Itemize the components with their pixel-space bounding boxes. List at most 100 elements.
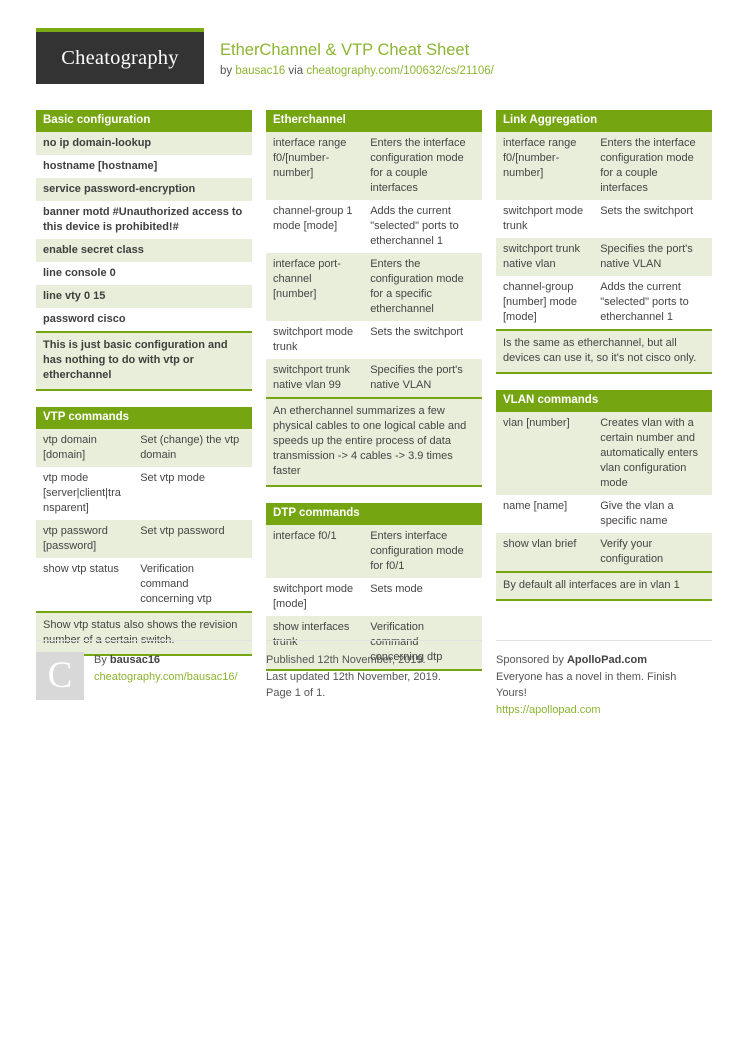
command-cell: no ip domain-lookup xyxy=(36,132,252,155)
table-row: vtp password [password] Set vtp password xyxy=(36,520,252,558)
command-cell: password cisco xyxy=(36,308,252,331)
table-row: service password-encryption xyxy=(36,178,252,201)
title-block: EtherChannel & VTP Cheat Sheet by bausac… xyxy=(220,40,494,79)
published-date: Published 12th November, 2019. xyxy=(266,654,426,666)
footer-sponsor: Sponsored by ApolloPad.com Everyone has … xyxy=(496,640,712,718)
description-cell: Verify your configuration xyxy=(593,533,712,571)
description-cell: Set vtp password xyxy=(133,520,252,558)
table-row: show vtp status Verification command conc… xyxy=(36,558,252,611)
cheat-block: Basic configuration no ip domain-lookup ho… xyxy=(36,110,252,391)
command-cell: channel-group 1 mode [mode] xyxy=(266,200,364,253)
cheat-block: Link Aggregation interface range f0/[numb… xyxy=(496,110,712,374)
page-header: Cheatography EtherChannel & VTP Cheat Sh… xyxy=(36,28,712,88)
command-cell: service password-encryption xyxy=(36,178,252,201)
command-cell: vtp password [password] xyxy=(36,520,134,558)
byline-prefix: by xyxy=(220,65,236,77)
command-table: interface range f0/[number-number] Enters… xyxy=(266,132,482,397)
sponsor-tagline-2: Yours! xyxy=(496,687,527,699)
page-number: Page 1 of 1. xyxy=(266,687,326,699)
command-cell: enable secret class xyxy=(36,239,252,262)
command-cell: show vtp status xyxy=(36,558,134,611)
block-note: This is just basic configuration and has… xyxy=(36,331,252,391)
block-title: Etherchannel xyxy=(266,110,482,132)
footer-by-label: By xyxy=(94,654,110,666)
command-cell: switchport mode [mode] xyxy=(266,578,364,616)
block-title: DTP commands xyxy=(266,503,482,525)
sponsor-tagline-1: Everyone has a novel in them. Finish xyxy=(496,670,677,683)
command-cell: vlan [number] xyxy=(496,412,594,495)
table-row: switchport mode [mode] Sets mode xyxy=(266,578,482,616)
description-cell: Verification command concerning vtp xyxy=(133,558,252,611)
footer-author: C By bausac16 cheatography.com/bausac16/ xyxy=(36,640,252,700)
command-cell: line vty 0 15 xyxy=(36,285,252,308)
command-table: interface range f0/[number-number] Enters… xyxy=(496,132,712,329)
sponsor-name: ApolloPad.com xyxy=(566,654,647,666)
page-title: EtherChannel & VTP Cheat Sheet xyxy=(220,41,470,59)
command-cell: switchport mode trunk xyxy=(496,200,594,238)
table-row: banner motd #Unauthorized access to this… xyxy=(36,201,252,239)
cheat-sheet-page: Cheatography EtherChannel & VTP Cheat Sh… xyxy=(0,0,750,1061)
block-note: Is the same as etherchannel, but all dev… xyxy=(496,329,712,374)
command-cell: channel-group [number] mode [mode] xyxy=(496,276,594,329)
sponsor-url[interactable]: https://apollopad.com xyxy=(496,702,712,719)
description-cell: Enters the configuration mode for a spec… xyxy=(363,253,482,321)
cheat-block: VLAN commands vlan [number] Creates vlan w… xyxy=(496,390,712,601)
command-cell: vtp mode [server|client|transparent] xyxy=(36,467,134,520)
description-cell: Enters the interface configuration mode … xyxy=(593,132,712,200)
byline: by bausac16 via cheatography.com/100632/… xyxy=(220,63,494,79)
cheatography-logo[interactable]: Cheatography xyxy=(36,28,204,84)
byline-via: via xyxy=(285,65,307,77)
command-cell: interface range f0/[number-number] xyxy=(266,132,364,200)
table-row: line vty 0 15 xyxy=(36,285,252,308)
table-row: channel-group [number] mode [mode] Adds t… xyxy=(496,276,712,329)
command-cell: banner motd #Unauthorized access to this… xyxy=(36,201,252,239)
table-row: hostname [hostname] xyxy=(36,155,252,178)
command-cell: name [name] xyxy=(496,495,594,533)
description-cell: Sets the switchport xyxy=(363,321,482,359)
description-cell: Adds the current "selected" ports to eth… xyxy=(363,200,482,253)
description-cell: Creates vlan with a certain number and a… xyxy=(593,412,712,495)
command-cell: line console 0 xyxy=(36,262,252,285)
sponsor-label: Sponsored by xyxy=(496,654,567,666)
table-row: vlan [number] Creates vlan with a certain… xyxy=(496,412,712,495)
description-cell: Give the vlan a specific name xyxy=(593,495,712,533)
source-url-link[interactable]: cheatography.com/100632/cs/21106/ xyxy=(306,65,494,77)
table-row: switchport trunk native vlan Specifies th… xyxy=(496,238,712,276)
updated-date: Last updated 12th November, 2019. xyxy=(266,670,441,683)
table-row: switchport mode trunk Sets the switchport xyxy=(266,321,482,359)
logo-text: Cheatography xyxy=(61,46,179,69)
block-note: An etherchannel summarizes a few physica… xyxy=(266,397,482,487)
sponsor-line: Sponsored by ApolloPad.com xyxy=(496,652,712,669)
description-cell: Sets the switchport xyxy=(593,200,712,238)
author-link[interactable]: bausac16 xyxy=(235,65,285,77)
table-row: password cisco xyxy=(36,308,252,331)
table-row: show vlan brief Verify your configuration xyxy=(496,533,712,571)
footer-publish-info: Published 12th November, 2019. Last upda… xyxy=(266,640,482,702)
command-table: vtp domain [domain] Set (change) the vtp … xyxy=(36,429,252,611)
description-cell: Enters interface configuration mode for … xyxy=(363,525,482,578)
table-row: interface range f0/[number-number] Enters… xyxy=(266,132,482,200)
command-cell: interface range f0/[number-number] xyxy=(496,132,594,200)
footer-author-name: bausac16 xyxy=(109,654,161,666)
column-1: Basic configuration no ip domain-lookup ho… xyxy=(36,110,252,672)
table-row: enable secret class xyxy=(36,239,252,262)
block-note: By default all interfaces are in vlan 1 xyxy=(496,571,712,601)
command-cell: switchport mode trunk xyxy=(266,321,364,359)
cheat-block: VTP commands vtp domain [domain] Set (chan… xyxy=(36,407,252,656)
table-row: no ip domain-lookup xyxy=(36,132,252,155)
cheat-block: Etherchannel interface range f0/[number-n… xyxy=(266,110,482,487)
table-row: vtp mode [server|client|transparent] Set … xyxy=(36,467,252,520)
command-cell: vtp domain [domain] xyxy=(36,429,134,467)
description-cell: Adds the current "selected" ports to eth… xyxy=(593,276,712,329)
command-cell: show vlan brief xyxy=(496,533,594,571)
command-cell: switchport trunk native vlan 99 xyxy=(266,359,364,397)
table-row: channel-group 1 mode [mode] Adds the curr… xyxy=(266,200,482,253)
description-cell: Set (change) the vtp domain xyxy=(133,429,252,467)
table-row: interface port-channel [number] Enters th… xyxy=(266,253,482,321)
table-row: interface f0/1 Enters interface configura… xyxy=(266,525,482,578)
command-cell: switchport trunk native vlan xyxy=(496,238,594,276)
block-title: Link Aggregation xyxy=(496,110,712,132)
table-row: interface range f0/[number-number] Enters… xyxy=(496,132,712,200)
description-cell: Enters the interface configuration mode … xyxy=(363,132,482,200)
table-row: switchport trunk native vlan 99 Specifies… xyxy=(266,359,482,397)
